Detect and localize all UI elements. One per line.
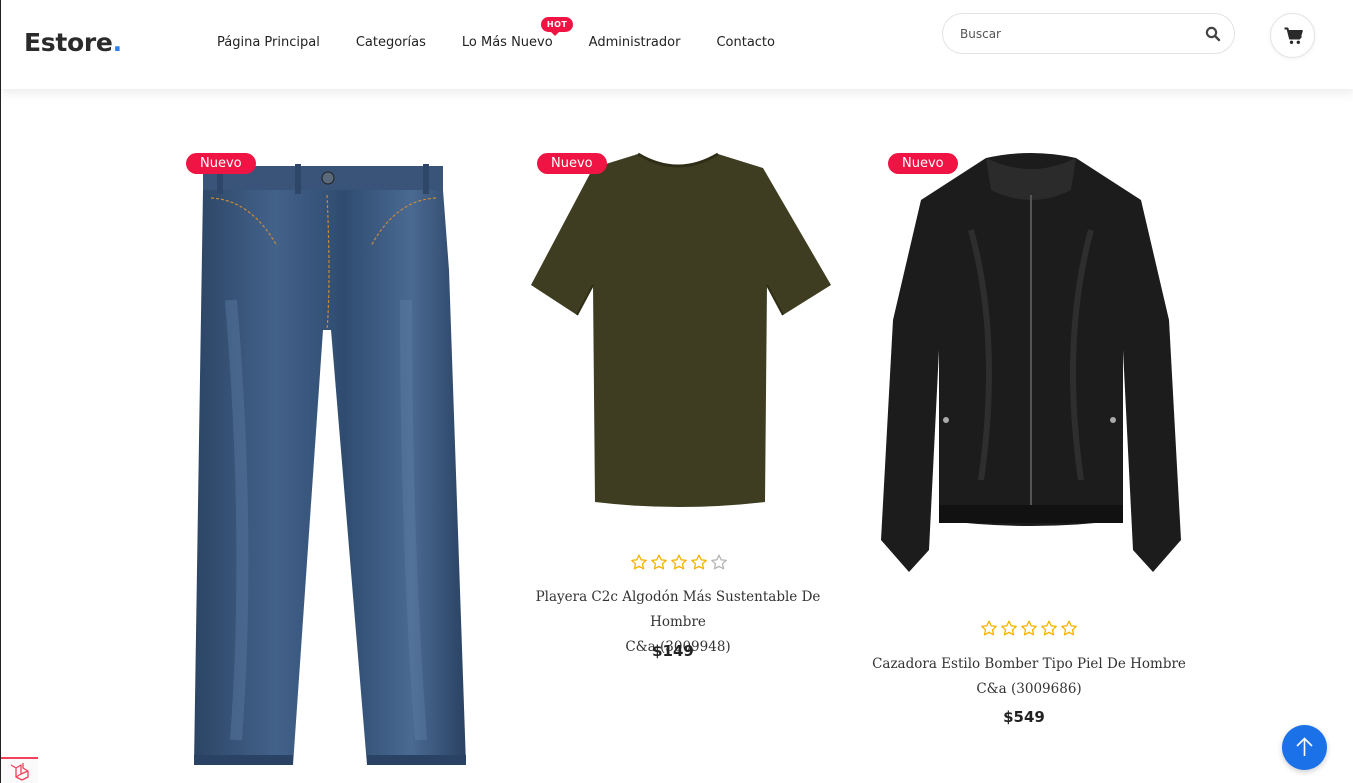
main-nav: Página Principal Categorías HOT Lo Más N… (217, 17, 775, 50)
nav-item-newest[interactable]: HOT Lo Más Nuevo (461, 17, 574, 50)
star-filled-icon (1041, 620, 1057, 636)
site-header: Estore. Página Principal Categorías HOT … (1, 0, 1353, 89)
star-filled-icon (981, 620, 997, 636)
new-badge: Nuevo (888, 153, 958, 174)
product-price: $549 (1003, 708, 1045, 726)
nav-item-home[interactable]: Página Principal (217, 35, 320, 50)
star-empty-icon (711, 554, 727, 570)
product-image-tshirt[interactable] (513, 140, 843, 520)
product-image-jacket[interactable] (871, 140, 1191, 580)
search-icon[interactable] (1205, 26, 1221, 42)
product-card-tshirt[interactable]: Nuevo Playera C2c Algodón Más Sustentabl… (513, 140, 843, 680)
nav-item-label: Lo Más Nuevo (461, 35, 553, 50)
star-filled-icon (631, 554, 647, 570)
product-price: $149 (652, 642, 694, 660)
nav-item-label: Categorías (355, 35, 426, 50)
star-filled-icon (1061, 620, 1077, 636)
nav-item-contact[interactable]: Contacto (716, 35, 775, 50)
product-name-line2: C&a (3009686) (976, 681, 1082, 697)
rating-stars (980, 620, 1078, 636)
search-input[interactable] (960, 24, 1190, 44)
star-filled-icon (1001, 620, 1017, 636)
arrow-up-icon (1296, 737, 1313, 756)
hot-badge: HOT (540, 17, 574, 36)
search-box (942, 13, 1235, 54)
logo[interactable]: Estore. (24, 28, 122, 57)
product-card-jacket[interactable]: Nuevo Cazadora Estilo Bomber Tipo Piel D… (871, 140, 1191, 740)
nav-item-label: Administrador (588, 35, 681, 50)
star-filled-icon (691, 554, 707, 570)
scroll-to-top-button[interactable] (1282, 725, 1327, 770)
star-filled-icon (651, 554, 667, 570)
rating-stars (630, 554, 728, 570)
star-filled-icon (671, 554, 687, 570)
cart-icon (1284, 27, 1303, 44)
product-name[interactable]: Cazadora Estilo Bomber Tipo Piel De Homb… (871, 652, 1187, 702)
new-badge: Nuevo (537, 153, 607, 174)
laravel-icon[interactable] (1, 757, 38, 783)
nav-item-admin[interactable]: Administrador (589, 35, 681, 50)
product-image-jeans[interactable] (181, 140, 481, 783)
logo-text: Estore (24, 28, 113, 57)
product-name-line1: Cazadora Estilo Bomber Tipo Piel De Homb… (872, 656, 1186, 672)
product-name-line1: Playera C2c Algodón Más Sustentable De H… (535, 589, 821, 630)
star-filled-icon (1021, 620, 1037, 636)
nav-item-categories[interactable]: Categorías (356, 35, 426, 50)
nav-item-label: Página Principal (217, 35, 320, 50)
cart-button[interactable] (1270, 13, 1315, 58)
new-badge: Nuevo (186, 153, 256, 174)
logo-dot: . (112, 28, 123, 57)
product-card-jeans[interactable]: Nuevo (181, 140, 481, 783)
nav-item-label: Contacto (716, 35, 775, 50)
